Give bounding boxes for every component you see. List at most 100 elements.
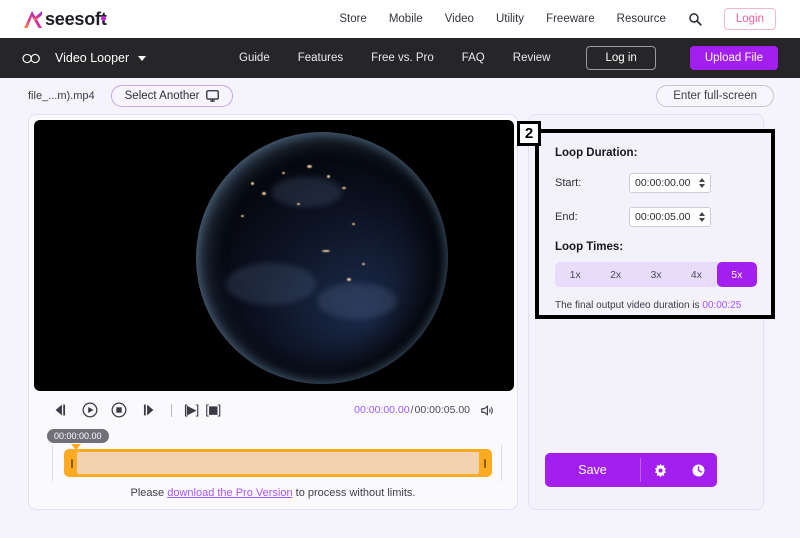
log-in-button[interactable]: Log in <box>586 46 656 70</box>
start-time-value: 00:00:00.00 <box>635 177 691 189</box>
enter-fullscreen-button[interactable]: Enter full-screen <box>656 85 774 107</box>
file-bar: file_...m).mp4 Select Another Enter full… <box>0 78 800 114</box>
timeline-edge <box>501 445 502 481</box>
final-duration-note: The final output video duration is 00:00… <box>555 300 757 311</box>
current-time: 00:00:00.00 <box>354 404 410 416</box>
loop-option-3x[interactable]: 3x <box>636 262 676 287</box>
trim-handle-right[interactable] <box>479 452 490 474</box>
select-another-button[interactable]: Select Another <box>110 85 234 107</box>
tab-faq[interactable]: FAQ <box>462 52 485 64</box>
chevron-down-icon[interactable] <box>138 55 147 61</box>
login-button[interactable]: Login <box>723 8 776 30</box>
stepper-up-icon[interactable] <box>699 178 705 182</box>
city-light <box>352 222 356 225</box>
total-time: 00:00:05.00 <box>414 404 470 416</box>
tab-guide[interactable]: Guide <box>239 52 270 64</box>
logo-dot <box>101 15 107 21</box>
main-area: [▶] [◼] 00:00:00.00 / 00:00:05.00 00:00:… <box>0 114 800 510</box>
save-row: Save <box>529 453 763 509</box>
app-navigation: Guide Features Free vs. Pro FAQ Review L… <box>239 46 778 70</box>
top-nav-item-utility[interactable]: Utility <box>496 13 524 25</box>
clock-icon <box>692 464 704 476</box>
app-page: seesoft Store Mobile Video Utility Freew… <box>0 0 800 538</box>
app-bar: Video Looper Guide Features Free vs. Pro… <box>0 38 800 78</box>
file-name: file_...m).mp4 <box>28 90 95 102</box>
stop-icon[interactable] <box>110 401 128 419</box>
select-another-label: Select Another <box>124 90 200 102</box>
video-preview[interactable] <box>34 120 514 391</box>
trim-handle-left[interactable] <box>66 452 77 474</box>
stepper-down-icon[interactable] <box>699 184 705 188</box>
logo-text: seesoft <box>45 8 107 29</box>
end-label: End: <box>555 211 578 223</box>
cloud <box>226 263 317 306</box>
product-name: Video Looper <box>55 51 130 65</box>
loop-settings-highlight: 2 Loop Duration: Start: 00:00:00.00 End: <box>517 121 775 319</box>
loop-times-selector: 1x 2x 3x 4x 5x <box>555 262 757 287</box>
top-nav-item-store[interactable]: Store <box>339 13 367 25</box>
gear-icon <box>654 463 666 477</box>
stepper-up-icon[interactable] <box>699 212 705 216</box>
top-nav-item-freeware[interactable]: Freeware <box>546 13 595 25</box>
final-duration-value: 00:00:25 <box>702 300 742 311</box>
loop-option-1x[interactable]: 1x <box>555 262 595 287</box>
loop-option-2x[interactable]: 2x <box>595 262 635 287</box>
logo-a-icon <box>24 11 42 28</box>
end-stepper[interactable] <box>699 212 705 222</box>
timeline-edge <box>52 445 53 481</box>
top-nav-item-mobile[interactable]: Mobile <box>389 13 423 25</box>
end-field-row: End: 00:00:05.00 <box>555 207 757 227</box>
start-time-input[interactable]: 00:00:00.00 <box>629 173 711 193</box>
tab-features[interactable]: Features <box>298 52 343 64</box>
city-light <box>306 164 312 168</box>
play-icon[interactable] <box>81 401 99 419</box>
pro-version-note: Please download the Pro Version to proce… <box>34 479 512 509</box>
monitor-icon <box>206 90 220 102</box>
pro-note-after: to process without limits. <box>292 487 416 499</box>
city-light <box>296 202 300 205</box>
tab-free-vs-pro[interactable]: Free vs. Pro <box>371 52 434 64</box>
time-separator: / <box>410 404 414 416</box>
trim-bar[interactable] <box>64 449 492 477</box>
tab-review[interactable]: Review <box>513 52 551 64</box>
top-nav-item-resource[interactable]: Resource <box>617 13 666 25</box>
settings-panel: 2 Loop Duration: Start: 00:00:00.00 End: <box>517 114 775 510</box>
infinity-icon <box>22 53 40 63</box>
end-time-input[interactable]: 00:00:05.00 <box>629 207 711 227</box>
end-time-value: 00:00:05.00 <box>635 211 691 223</box>
timeline[interactable]: 00:00:00.00 <box>44 427 502 481</box>
player-card: [▶] [◼] 00:00:00.00 / 00:00:05.00 00:00:… <box>28 114 518 510</box>
pro-version-link[interactable]: download the Pro Version <box>167 487 292 499</box>
site-header: seesoft Store Mobile Video Utility Freew… <box>0 0 800 38</box>
start-stepper[interactable] <box>699 178 705 188</box>
search-icon[interactable] <box>688 12 702 26</box>
cloud <box>271 177 342 208</box>
settings-button[interactable] <box>641 463 679 478</box>
loop-times-title: Loop Times: <box>555 241 624 253</box>
history-button[interactable] <box>679 463 717 478</box>
top-navigation: Store Mobile Video Utility Freeware Reso… <box>339 8 776 30</box>
mark-start-button[interactable]: [▶] <box>184 402 199 418</box>
step-badge: 2 <box>517 121 541 146</box>
final-duration-text: The final output video duration is <box>555 300 703 311</box>
upload-file-button[interactable]: Upload File <box>689 46 778 70</box>
cloud <box>316 283 397 320</box>
trim-region <box>77 452 479 474</box>
loop-option-5x[interactable]: 5x <box>716 262 757 287</box>
player-controls: [▶] [◼] 00:00:00.00 / 00:00:05.00 <box>34 395 512 425</box>
loop-option-4x[interactable]: 4x <box>676 262 716 287</box>
time-display: 00:00:00.00 / 00:00:05.00 <box>354 404 494 417</box>
earth-limb <box>196 132 448 384</box>
volume-icon[interactable] <box>480 404 494 417</box>
save-button-group[interactable]: Save <box>545 453 717 487</box>
rewind-icon[interactable] <box>52 401 70 419</box>
forward-icon[interactable] <box>139 401 157 419</box>
handle-grip <box>70 458 73 468</box>
loop-duration-title: Loop Duration: <box>555 147 638 159</box>
save-button[interactable]: Save <box>545 463 640 477</box>
top-nav-item-video[interactable]: Video <box>445 13 474 25</box>
stepper-down-icon[interactable] <box>699 218 705 222</box>
aiseesoft-logo[interactable]: seesoft <box>22 9 107 30</box>
earth-video-frame <box>196 132 448 384</box>
mark-end-button[interactable]: [◼] <box>205 402 221 418</box>
